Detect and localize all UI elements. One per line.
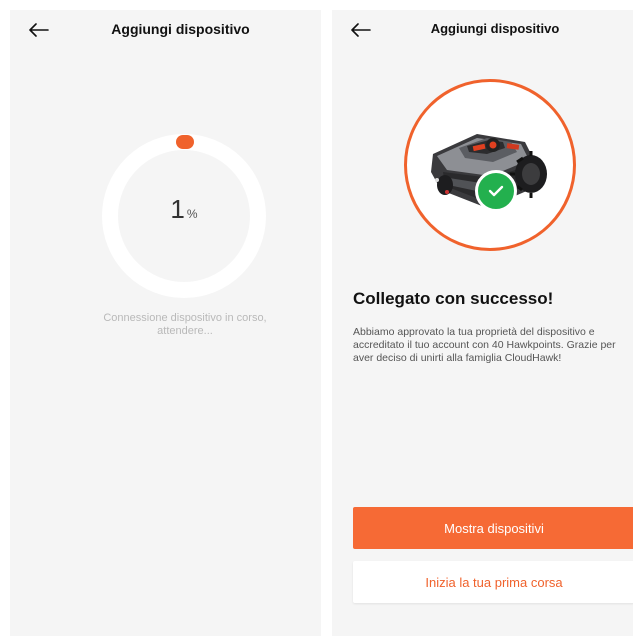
show-devices-button[interactable]: Mostra dispositivi <box>353 507 633 549</box>
page-title: Aggiungi dispositivo <box>111 21 250 37</box>
progress-percentage: 1% <box>170 194 198 224</box>
checkmark-icon <box>488 185 504 197</box>
success-screen: Aggiungi dispositivo Collegato con succe… <box>332 10 633 636</box>
success-check-badge <box>475 170 517 212</box>
page-title: Aggiungi dispositivo <box>430 21 560 36</box>
progress-indicator <box>176 135 194 149</box>
device-image-frame <box>404 79 576 251</box>
success-message: Abbiamo approvato la tua proprietà del d… <box>353 326 616 364</box>
connection-status-text: Connessione dispositivo in corso, attend… <box>103 312 267 337</box>
success-heading: Collegato con successo! <box>353 289 554 308</box>
connecting-screen: Aggiungi dispositivo 1% Connessione disp… <box>10 10 321 636</box>
robotic-mower-image <box>431 134 547 208</box>
start-first-mow-button[interactable]: Inizia la tua prima corsa <box>353 561 633 603</box>
